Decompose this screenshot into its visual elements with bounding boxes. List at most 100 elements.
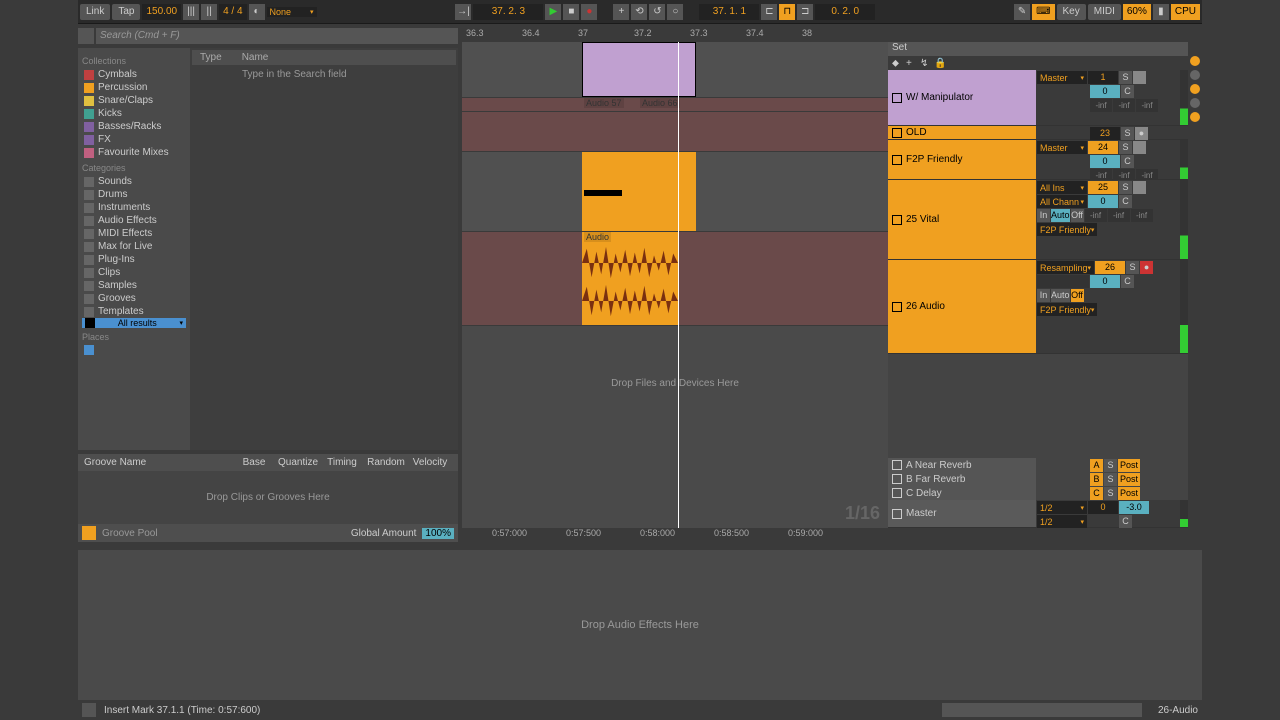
mixer-toggle-icon[interactable] bbox=[1190, 98, 1200, 108]
arm-button[interactable] bbox=[1133, 181, 1146, 194]
monitor-off[interactable]: Off bbox=[1071, 289, 1084, 302]
fold-icon[interactable] bbox=[892, 215, 902, 225]
time-sig-field[interactable]: 4 / 4 bbox=[219, 4, 246, 20]
key-map-button[interactable]: Key bbox=[1057, 4, 1086, 20]
category-samples[interactable]: Samples bbox=[82, 279, 186, 292]
stop-button[interactable]: ■ bbox=[563, 4, 579, 20]
draw-mode-icon[interactable]: ✎ bbox=[1014, 4, 1030, 20]
post-button[interactable]: Post bbox=[1118, 459, 1140, 472]
master-num[interactable]: 0 bbox=[1088, 501, 1118, 514]
category-all-results[interactable]: All results bbox=[82, 318, 186, 328]
link-button[interactable]: Link bbox=[80, 4, 110, 20]
master-track-name[interactable]: Master bbox=[888, 500, 1036, 527]
category-instruments[interactable]: Instruments bbox=[82, 201, 186, 214]
track-name[interactable]: OLD bbox=[888, 126, 1036, 139]
send-value[interactable]: 0 bbox=[1088, 195, 1118, 208]
master-out-select[interactable]: 1/2 bbox=[1037, 515, 1087, 528]
post-button[interactable]: Post bbox=[1118, 473, 1140, 486]
solo-button[interactable]: S bbox=[1119, 71, 1132, 84]
solo-button[interactable]: S bbox=[1121, 127, 1134, 140]
track-number[interactable]: 26 bbox=[1095, 261, 1125, 274]
tap-button[interactable]: Tap bbox=[112, 4, 140, 20]
monitor-off[interactable]: Off bbox=[1071, 209, 1084, 222]
return-track-name[interactable]: B Far Reverb bbox=[888, 472, 1036, 486]
monitor-auto[interactable]: Auto bbox=[1051, 209, 1070, 222]
play-button[interactable]: ▶ bbox=[545, 4, 561, 20]
route-select[interactable]: Master bbox=[1037, 141, 1087, 154]
collection-snare-claps[interactable]: Snare/Claps bbox=[82, 94, 186, 107]
output-select[interactable]: F2P Friendly bbox=[1037, 223, 1097, 236]
search-input[interactable]: Search (Cmd + F) bbox=[96, 28, 458, 44]
collection-fx[interactable]: FX bbox=[82, 133, 186, 146]
time-ruler[interactable]: 0:57:0000:57:5000:58:0000:58:5000:59:000 bbox=[462, 528, 1202, 542]
monitor-in[interactable]: In bbox=[1037, 209, 1050, 222]
route-select[interactable]: Master bbox=[1037, 71, 1087, 84]
metronome-toggle-icon[interactable]: ◐ bbox=[249, 4, 265, 20]
input-select[interactable]: All Ins bbox=[1037, 181, 1087, 194]
cpu-button[interactable]: CPU bbox=[1171, 4, 1200, 20]
track-number[interactable]: 24 bbox=[1088, 141, 1118, 154]
return-c-button[interactable]: C bbox=[1090, 487, 1103, 500]
track-row[interactable] bbox=[462, 42, 888, 98]
arm-button[interactable]: ● bbox=[1135, 127, 1148, 140]
arm-button[interactable] bbox=[1133, 141, 1146, 154]
track-row[interactable]: Audio bbox=[462, 232, 888, 326]
output-select[interactable]: F2P Friendly bbox=[1037, 303, 1097, 316]
category-grooves[interactable]: Grooves bbox=[82, 292, 186, 305]
track-number[interactable]: 23 bbox=[1090, 127, 1120, 140]
follow-icon[interactable]: →| bbox=[455, 4, 471, 20]
track-name[interactable]: F2P Friendly bbox=[888, 140, 1036, 179]
send-c-button[interactable]: C bbox=[1119, 515, 1132, 528]
send-c-button[interactable]: C bbox=[1121, 85, 1134, 98]
clips-area[interactable]: Audio 57 Audio 66 Audio bbox=[462, 42, 888, 528]
metronome-icon[interactable]: ||| bbox=[183, 4, 199, 20]
record-button[interactable]: ● bbox=[581, 4, 597, 20]
reenable-auto-icon[interactable]: ↺ bbox=[649, 4, 665, 20]
solo-button[interactable]: S bbox=[1119, 141, 1132, 154]
solo-button[interactable]: S bbox=[1104, 487, 1117, 500]
punch-out-icon[interactable]: ⊐ bbox=[797, 4, 813, 20]
master-volume[interactable]: -3.0 bbox=[1119, 501, 1149, 514]
midi-map-button[interactable]: MIDI bbox=[1088, 4, 1121, 20]
track-row[interactable] bbox=[462, 112, 888, 152]
send-c-button[interactable]: C bbox=[1121, 275, 1134, 288]
track-number[interactable]: 25 bbox=[1088, 181, 1118, 194]
io-toggle-icon[interactable] bbox=[1190, 56, 1200, 66]
playhead[interactable] bbox=[678, 42, 679, 528]
channel-select[interactable]: All Chann bbox=[1037, 195, 1087, 208]
col-name[interactable]: Name bbox=[242, 52, 269, 63]
overload-icon[interactable]: ▮ bbox=[1153, 4, 1169, 20]
category-templates[interactable]: Templates bbox=[82, 305, 186, 318]
groove-drop-area[interactable]: Drop Clips or Grooves Here bbox=[78, 471, 458, 524]
solo-button[interactable]: S bbox=[1119, 181, 1132, 194]
arm-button[interactable] bbox=[1133, 71, 1146, 84]
tempo-field[interactable]: 150.00 bbox=[142, 4, 181, 20]
bar-ruler[interactable]: 36.336.437 37.237.337.438 bbox=[462, 28, 1202, 42]
collection-basses-racks[interactable]: Basses/Racks bbox=[82, 120, 186, 133]
category-max-for-live[interactable]: Max for Live bbox=[82, 240, 186, 253]
arrangement-position[interactable]: 37. 2. 3 bbox=[473, 4, 543, 20]
solo-button[interactable]: S bbox=[1126, 261, 1139, 274]
send-value[interactable]: 0 bbox=[1090, 85, 1120, 98]
solo-button[interactable]: S bbox=[1104, 473, 1117, 486]
send-value[interactable]: 0 bbox=[1090, 155, 1120, 168]
audio-clip[interactable]: Audio bbox=[582, 232, 678, 325]
preview-play-icon[interactable] bbox=[78, 28, 94, 44]
track-row[interactable] bbox=[462, 152, 888, 232]
crossfade-toggle-icon[interactable] bbox=[1190, 112, 1200, 122]
category-drums[interactable]: Drums bbox=[82, 188, 186, 201]
return-track-name[interactable]: C Delay bbox=[888, 486, 1036, 500]
loop-length[interactable]: 0. 2. 0 bbox=[815, 4, 875, 20]
return-a-button[interactable]: A bbox=[1090, 459, 1103, 472]
quantize-select[interactable]: None bbox=[267, 7, 317, 17]
cue-out-select[interactable]: 1/2 bbox=[1037, 501, 1087, 514]
fold-icon[interactable] bbox=[892, 128, 902, 138]
fold-icon[interactable] bbox=[892, 155, 902, 165]
loop-start[interactable]: 37. 1. 1 bbox=[699, 4, 759, 20]
overdub-icon[interactable]: + bbox=[613, 4, 629, 20]
category-clips[interactable]: Clips bbox=[82, 266, 186, 279]
new-track-icon[interactable]: + bbox=[906, 58, 916, 68]
returns-toggle-icon[interactable] bbox=[1190, 84, 1200, 94]
monitor-auto[interactable]: Auto bbox=[1051, 289, 1070, 302]
category-sounds[interactable]: Sounds bbox=[82, 175, 186, 188]
